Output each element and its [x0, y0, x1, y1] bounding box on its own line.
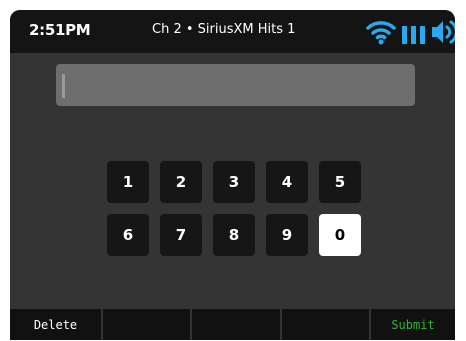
softkey-3[interactable]: [192, 309, 280, 340]
key-9[interactable]: 9: [266, 214, 308, 256]
signal-bars-icon: [402, 26, 425, 44]
key-1[interactable]: 1: [107, 161, 149, 203]
channel-entry-field[interactable]: [56, 64, 415, 106]
key-0[interactable]: 0: [319, 214, 361, 256]
channel-info: Ch 2 • SiriusXM Hits 1: [152, 22, 296, 37]
key-8[interactable]: 8: [213, 214, 255, 256]
softkey-4[interactable]: [282, 309, 369, 340]
key-4[interactable]: 4: [266, 161, 308, 203]
text-cursor: [62, 74, 65, 98]
volume-icon: [432, 20, 455, 44]
status-bar: 2:51PM Ch 2 • SiriusXM Hits 1: [10, 10, 455, 53]
key-3[interactable]: 3: [213, 161, 255, 203]
softkey-2[interactable]: [103, 309, 190, 340]
radio-display: 2:51PM Ch 2 • SiriusXM Hits 1 1 2 3 4 5 …: [10, 10, 455, 340]
delete-button[interactable]: Delete: [10, 309, 101, 340]
wifi-icon: [366, 21, 396, 45]
key-7[interactable]: 7: [160, 214, 202, 256]
key-6[interactable]: 6: [107, 214, 149, 256]
key-2[interactable]: 2: [160, 161, 202, 203]
submit-button[interactable]: Submit: [371, 309, 455, 340]
clock: 2:51PM: [29, 21, 91, 39]
key-5[interactable]: 5: [319, 161, 361, 203]
softkey-bar: Delete Submit: [10, 307, 455, 340]
